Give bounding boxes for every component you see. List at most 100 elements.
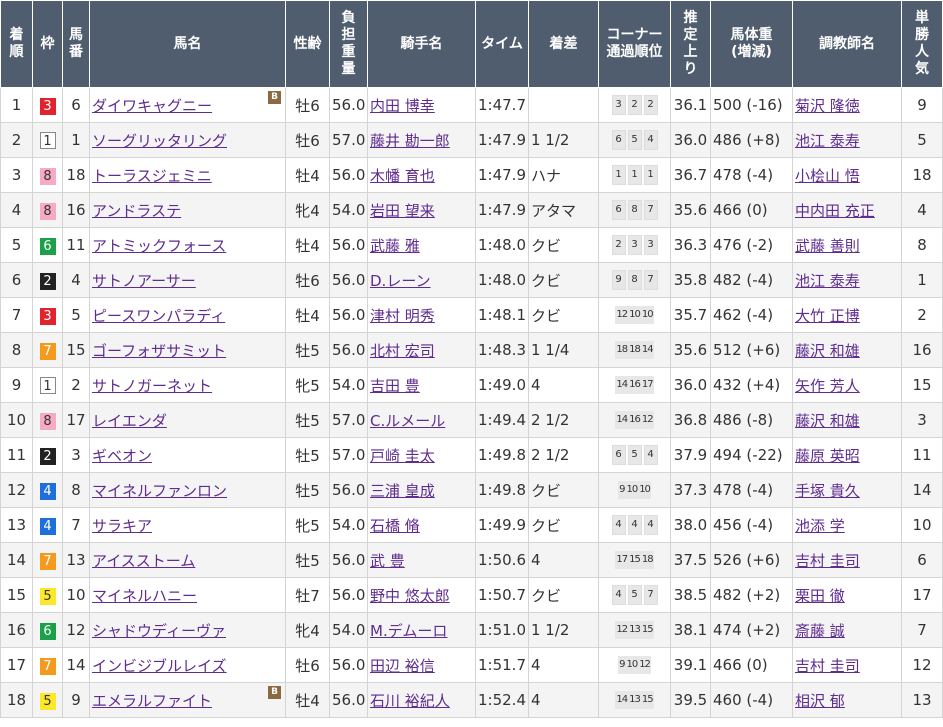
trainer-name-link[interactable]: 吉村 圭司 xyxy=(795,552,860,570)
corner-position: 1 xyxy=(611,165,626,185)
trainer-name-link[interactable]: 池江 泰寿 xyxy=(795,272,860,290)
last3f-value: 39.5 xyxy=(673,691,708,709)
time-value: 1:47.9 xyxy=(478,166,526,184)
trainer-name-link[interactable]: 中内田 充正 xyxy=(795,202,875,220)
jockey-name-link[interactable]: C.ルメール xyxy=(370,412,445,430)
sexage-cell: 牡6 xyxy=(285,87,330,123)
last3f-cell: 36.3 xyxy=(670,227,711,263)
corner-position: 12 xyxy=(640,411,654,430)
corner-position: 3 xyxy=(643,235,658,255)
jockey-name-link[interactable]: 吉田 豊 xyxy=(370,377,420,395)
horse-name-link[interactable]: アンドラステ xyxy=(92,202,181,220)
jockey-name-link[interactable]: 田辺 裕信 xyxy=(370,657,435,675)
horse-name-link[interactable]: トーラスジェミニ xyxy=(92,167,212,185)
jockey-cell: 吉田 豊 xyxy=(367,367,476,403)
jockey-name-link[interactable]: D.レーン xyxy=(370,272,431,290)
table-row-9: 9 1 2 サトノガーネット 牝5 54.0 吉田 豊 1:49.0 4 14 1… xyxy=(0,367,943,403)
jockey-name-link[interactable]: 岩田 望来 xyxy=(370,202,435,220)
horse-name-link[interactable]: インビジブルレイズ xyxy=(92,657,227,675)
jockey-name-link[interactable]: 内田 博幸 xyxy=(370,97,435,115)
bodyweight-value: 474 (+2) xyxy=(713,621,781,639)
jockey-cell: 木幡 育也 xyxy=(367,157,476,193)
waku-badge: 8 xyxy=(39,167,56,185)
sexage-cell: 牡6 xyxy=(285,647,330,683)
trainer-name-link[interactable]: 栗田 徹 xyxy=(795,587,845,605)
waku-badge: 7 xyxy=(39,657,56,675)
horse-cell: ソーグリッタリング xyxy=(89,122,286,158)
horse-name-link[interactable]: シャドウディーヴァ xyxy=(92,622,226,640)
table-row-13: 13 4 7 サラキア 牝5 54.0 石橋 脩 1:49.9 クビ 444 3… xyxy=(0,507,943,543)
jockey-name-link[interactable]: 三浦 皇成 xyxy=(370,482,435,500)
trainer-name-link[interactable]: 菊沢 隆徳 xyxy=(795,97,860,115)
last3f-cell: 36.0 xyxy=(670,122,711,158)
horse-name-link[interactable]: ピースワンパラディ xyxy=(92,307,225,325)
time-value: 1:49.9 xyxy=(478,516,526,534)
trainer-name-link[interactable]: 池添 学 xyxy=(795,517,845,535)
header-bodyweight: 馬体重 (増減) xyxy=(710,0,793,88)
horse-cell: マイネルハニー xyxy=(89,577,286,613)
rank-value: 16 xyxy=(6,621,27,639)
margin-value: 4 xyxy=(531,656,541,674)
jockey-name-link[interactable]: 石橋 脩 xyxy=(370,517,420,535)
trainer-name-link[interactable]: 武藤 善則 xyxy=(795,237,860,255)
jockey-name-link[interactable]: M.デムーロ xyxy=(370,622,447,640)
horse-name-link[interactable]: ゴーフォザサミット xyxy=(92,342,226,360)
horse-cell: サトノガーネット xyxy=(89,367,286,403)
jockey-cell: C.ルメール xyxy=(367,402,476,438)
horse-name-link[interactable]: サトノアーサー xyxy=(92,272,196,290)
waku-cell: 5 xyxy=(32,682,63,718)
jockey-name-link[interactable]: 木幡 育也 xyxy=(370,167,435,185)
horse-name-link[interactable]: マイネルファンロン xyxy=(92,482,227,500)
trainer-name-link[interactable]: 池江 泰寿 xyxy=(795,132,860,150)
weight-value: 57.0 xyxy=(332,131,366,149)
corner-position: 14 xyxy=(615,411,629,430)
popularity-value: 10 xyxy=(912,516,932,534)
rank-cell: 1 xyxy=(0,87,33,123)
jockey-name-link[interactable]: 津村 明秀 xyxy=(370,307,435,325)
horse-name-link[interactable]: ダイワキャグニー xyxy=(92,97,212,115)
trainer-name-link[interactable]: 藤沢 和雄 xyxy=(795,412,860,430)
time-value: 1:49.8 xyxy=(478,481,526,499)
horse-name-link[interactable]: アトミックフォース xyxy=(92,237,226,255)
trainer-cell: 大竹 正博 xyxy=(792,297,902,333)
corner-position: 3 xyxy=(627,235,642,255)
horse-name-link[interactable]: レイエンダ xyxy=(92,412,167,430)
trainer-name-link[interactable]: 吉村 圭司 xyxy=(795,657,860,675)
trainer-name-link[interactable]: 藤沢 和雄 xyxy=(795,342,860,360)
jockey-name-link[interactable]: 石川 裕紀人 xyxy=(370,692,450,710)
horse-cell: ピースワンパラディ xyxy=(89,297,286,333)
jockey-name-link[interactable]: 武藤 雅 xyxy=(370,237,420,255)
corner-position: 2 xyxy=(643,95,658,115)
horse-name-link[interactable]: マイネルハニー xyxy=(92,587,197,605)
horse-name-link[interactable]: サトノガーネット xyxy=(92,377,212,395)
horse-name-link[interactable]: サラキア xyxy=(92,517,152,535)
trainer-name-link[interactable]: 藤原 英昭 xyxy=(795,447,860,465)
jockey-name-link[interactable]: 野中 悠太郎 xyxy=(370,587,450,605)
trainer-name-link[interactable]: 矢作 芳人 xyxy=(795,377,860,395)
weight-cell: 56.0 xyxy=(329,87,368,123)
margin-value: クビ xyxy=(531,481,562,500)
trainer-name-link[interactable]: 斎藤 誠 xyxy=(795,622,845,640)
pop-cell: 3 xyxy=(901,402,943,438)
trainer-name-link[interactable]: 相沢 郁 xyxy=(795,692,845,710)
trainer-name-link[interactable]: 手塚 貴久 xyxy=(795,482,860,500)
corner-position: 4 xyxy=(611,515,626,535)
trainer-name-link[interactable]: 大竹 正博 xyxy=(795,307,860,325)
horse-name-link[interactable]: エメラルファイト xyxy=(92,692,212,710)
horse-name-link[interactable]: ギベオン xyxy=(92,447,152,465)
umaban-value: 14 xyxy=(66,656,86,674)
corner-position: 14 xyxy=(640,341,654,360)
jockey-name-link[interactable]: 戸崎 圭太 xyxy=(370,447,435,465)
horse-name-link[interactable]: アイスストーム xyxy=(92,552,195,570)
jockey-name-link[interactable]: 武 豊 xyxy=(370,552,405,570)
trainer-name-link[interactable]: 小桧山 悟 xyxy=(795,167,860,185)
corner-positions: 111 xyxy=(611,165,658,185)
margin-value: 4 xyxy=(531,691,541,709)
jockey-name-link[interactable]: 北村 宏司 xyxy=(370,342,435,360)
weight-cell: 56.0 xyxy=(329,332,368,368)
table-row-11: 11 2 3 ギベオン 牡5 57.0 戸崎 圭太 1:49.8 2 1/2 6… xyxy=(0,437,943,473)
horse-name-link[interactable]: ソーグリッタリング xyxy=(92,132,227,150)
header-umaban: 馬番 xyxy=(62,0,90,88)
jockey-cell: 武 豊 xyxy=(367,542,476,578)
jockey-name-link[interactable]: 藤井 勘一郎 xyxy=(370,132,450,150)
